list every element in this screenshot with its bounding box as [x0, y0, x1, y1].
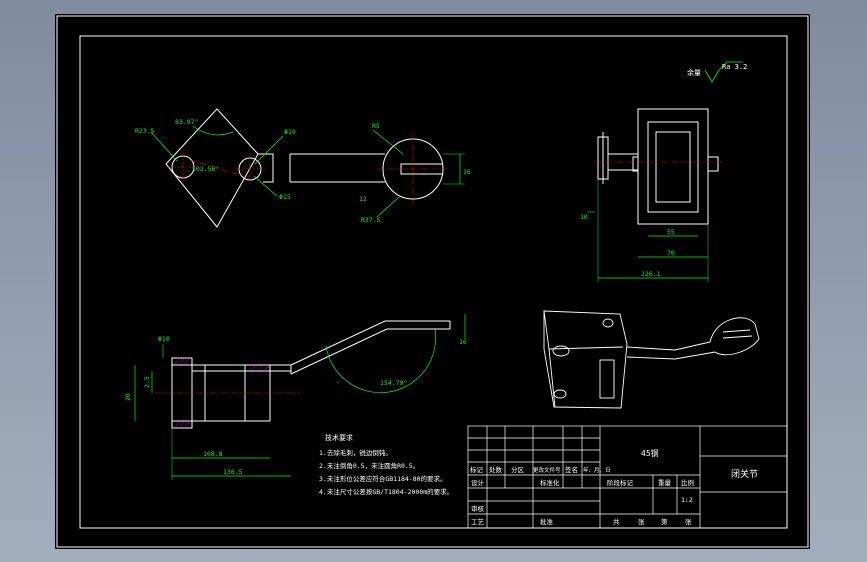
dim-70: 70: [667, 249, 675, 257]
dim-r3: R5: [372, 122, 380, 130]
scale-value: 1:2: [681, 496, 693, 504]
dim-phi10: Φ10: [158, 335, 170, 343]
side-view: 10 55 70 126.1: [580, 108, 723, 282]
dim-10: 10: [580, 213, 588, 221]
row-label: 签名: [565, 465, 578, 474]
dim-126-1: 126.1: [641, 270, 661, 278]
tech-note-item: 4.未注尺寸公差按GB/T1804-2000m的要求。: [319, 487, 453, 496]
row-label: 年、月、日: [583, 466, 611, 474]
technical-notes: 技术要求 1.去除毛刺，锐边倒钝。 2.未注倒角0.5，未注圆角R0.5。 3.…: [319, 433, 453, 496]
dim-phi1: Φ10: [284, 128, 296, 136]
dim-55: 55: [667, 228, 675, 236]
row-label: 更改文件号: [533, 466, 561, 474]
standardize-label: 标准化: [540, 478, 560, 487]
material-label: 45钢: [641, 448, 659, 458]
audit-label: 审核: [471, 504, 485, 513]
dim-12: 12: [359, 195, 367, 203]
tech-note-item: 1.去除毛刺，锐边倒钝。: [319, 448, 392, 457]
neck-outline: [258, 153, 274, 183]
part-name: 闭关节: [731, 468, 758, 480]
tech-note-item: 3.未注形位公差应符合GB1184-80的要求。: [319, 474, 447, 483]
weight-label: 重量: [658, 479, 672, 487]
dim-16b: 16: [459, 338, 467, 346]
dim-r1: R23.5: [135, 127, 155, 135]
row-label: 处数: [489, 465, 503, 474]
dim-angle1: 83.97°: [175, 118, 198, 126]
tech-note-item: 2.未注倒角0.5，未注圆角R0.5。: [319, 461, 419, 470]
roughness-prefix: 余量: [687, 68, 701, 77]
drawing-canvas[interactable]: 余量 Ra 3.2 83.97° R23.5 102.56° Φ10 Φ15 R…: [55, 14, 810, 549]
front-view: Φ10 20 2.5 108.8 136.5 154.79° 16: [124, 314, 467, 480]
sheet-label: 张: [638, 517, 645, 526]
dim-136-5: 136.5: [223, 468, 243, 476]
dim-2-5: 2.5: [143, 376, 151, 388]
dim-20: 20: [124, 393, 132, 401]
inner-frame: [79, 35, 788, 529]
dim-16: 16: [463, 168, 471, 176]
process-label: 工艺: [471, 518, 485, 526]
roughness-symbol: 余量 Ra 3.2: [687, 61, 747, 83]
dim-angle2: 102.56°: [192, 165, 219, 173]
drawing-sheet: 余量 Ra 3.2 83.97° R23.5 102.56° Φ10 Φ15 R…: [55, 14, 810, 549]
dim-108-8: 108.8: [203, 450, 223, 458]
sheet-label: 第: [661, 517, 668, 526]
row-label: 标记: [470, 465, 484, 474]
dim-phi2: Φ15: [279, 193, 291, 201]
top-view: 83.97° R23.5 102.56° Φ10 Φ15 R5 12 R37.5…: [135, 108, 471, 228]
stage-label: 阶段标记: [607, 478, 634, 487]
dim-154-79: 154.79°: [380, 379, 407, 387]
design-label: 设计: [471, 478, 485, 487]
sheet-label: 张: [685, 517, 692, 526]
roughness-value: Ra 3.2: [722, 63, 747, 71]
approve-label: 批准: [540, 517, 554, 526]
outer-border: [56, 15, 809, 548]
isometric-view: [543, 310, 760, 409]
sheet-label: 共: [613, 517, 620, 526]
tech-notes-title: 技术要求: [325, 433, 353, 442]
scale-label: 比例: [681, 478, 694, 487]
row-label: 分区: [511, 465, 525, 474]
dim-r4: R37.5: [361, 216, 381, 224]
